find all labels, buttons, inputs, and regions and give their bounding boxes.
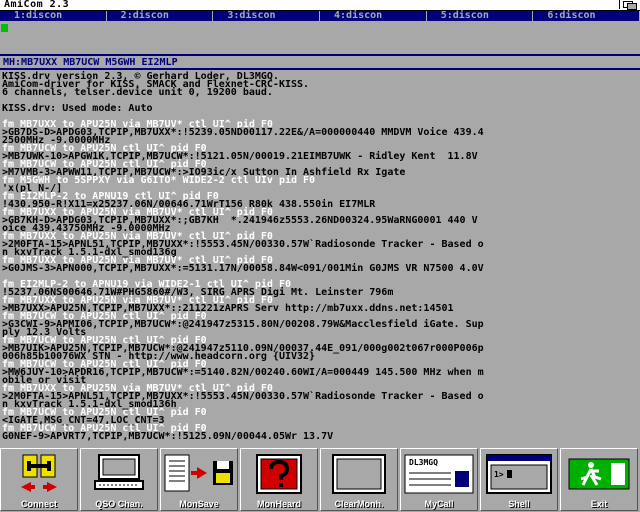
tab-channel-2[interactable]: 2:discon: [106, 10, 214, 21]
heard-callsigns: MH:MB7UXX MB7UCW M5GWH EI2MLP: [3, 57, 178, 68]
tab-label: 5:discon: [440, 10, 489, 21]
button-label: Exit: [590, 499, 608, 509]
channel-tabs: 1:discon 2:discon 3:discon 4:discon 5:di…: [0, 11, 640, 22]
shell-button[interactable]: 1> Shell: [480, 448, 558, 511]
button-label: MonHeard: [256, 499, 301, 509]
mycall-button[interactable]: DL3MGQ MyCall: [400, 448, 478, 511]
exit-sign-icon: [568, 458, 630, 490]
packet-payload-line: G0NEF-9>APVRT7,TCPIP,MB7UCW*:!5125.09N/0…: [2, 431, 334, 442]
monitor-output[interactable]: KISS.drv version 2.3, © Gerhard Loder, D…: [0, 71, 640, 446]
exit-button[interactable]: Exit: [560, 448, 638, 511]
connect-icon: [21, 454, 57, 492]
button-label: MyCall: [424, 499, 454, 509]
id-card-icon: DL3MGQ: [404, 454, 474, 494]
clear-window-icon: [332, 454, 386, 494]
shell-window-icon: 1>: [486, 454, 552, 494]
button-label: Shell: [508, 499, 530, 509]
tab-channel-6[interactable]: 6:discon: [533, 11, 640, 21]
title-bar[interactable]: AmiCom 2.3: [0, 0, 640, 11]
button-label: QSO Chan.: [95, 499, 143, 509]
divider: [0, 54, 640, 56]
button-label: ClearMonh.: [334, 499, 384, 509]
mycall-badge: DL3MGQ: [409, 458, 438, 467]
tab-channel-3[interactable]: 3:discon: [213, 10, 321, 21]
text-cursor: [1, 24, 8, 32]
monsave-button[interactable]: MonSave: [160, 448, 238, 511]
button-label: Connect: [21, 499, 57, 509]
tab-label: 3:discon: [227, 10, 276, 21]
clear-monheard-button[interactable]: ClearMonh.: [320, 448, 398, 511]
question-icon: [256, 454, 302, 494]
tab-label: 4:discon: [334, 10, 383, 21]
heard-callsigns-bar: MH:MB7UXX MB7UCW M5GWH EI2MLP: [0, 57, 640, 68]
qso-channel-button[interactable]: QSO Chan.: [80, 448, 158, 511]
tab-label: 2:discon: [120, 10, 169, 21]
shell-prompt: 1>: [494, 470, 504, 479]
computer-icon: [94, 454, 144, 490]
divider: [0, 68, 640, 70]
tab-label: 6:discon: [547, 10, 596, 21]
qso-input-area[interactable]: [0, 22, 640, 55]
window-title: AmiCom 2.3: [4, 0, 70, 10]
tab-channel-4[interactable]: 4:discon: [320, 11, 427, 21]
button-label: MonSave: [179, 499, 219, 509]
save-to-disk-icon: [164, 454, 233, 492]
amicom-window: AmiCom 2.3 1:discon 2:discon 3:discon 4:…: [0, 0, 640, 512]
monheard-button[interactable]: MonHeard: [240, 448, 318, 511]
tab-channel-1[interactable]: 1:discon: [0, 11, 107, 21]
depth-gadget-icon[interactable]: [619, 0, 638, 10]
tab-channel-5[interactable]: 5:discon: [426, 10, 534, 21]
bottom-toolbar: Connect QSO Chan. MonSave MonHeard Clear…: [0, 448, 640, 512]
tab-label: 1:discon: [14, 10, 63, 21]
connect-button[interactable]: Connect: [0, 448, 78, 511]
